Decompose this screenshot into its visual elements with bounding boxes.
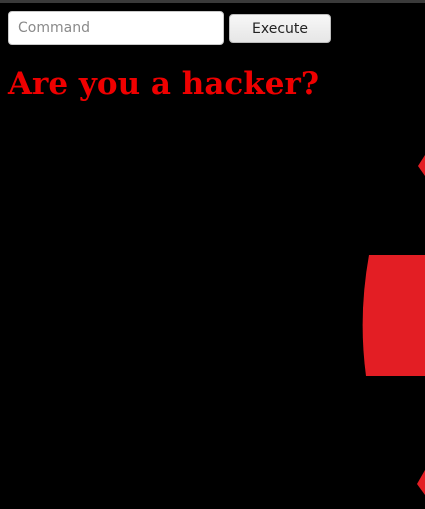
emblem-bottom-shard xyxy=(417,470,425,495)
emblem-top-shard xyxy=(418,155,425,176)
command-input[interactable] xyxy=(8,11,224,45)
execute-button[interactable]: Execute xyxy=(229,14,331,43)
top-border xyxy=(0,0,425,3)
page-heading: Are you a hacker? xyxy=(8,66,319,102)
emblem-center-shape xyxy=(362,255,425,376)
